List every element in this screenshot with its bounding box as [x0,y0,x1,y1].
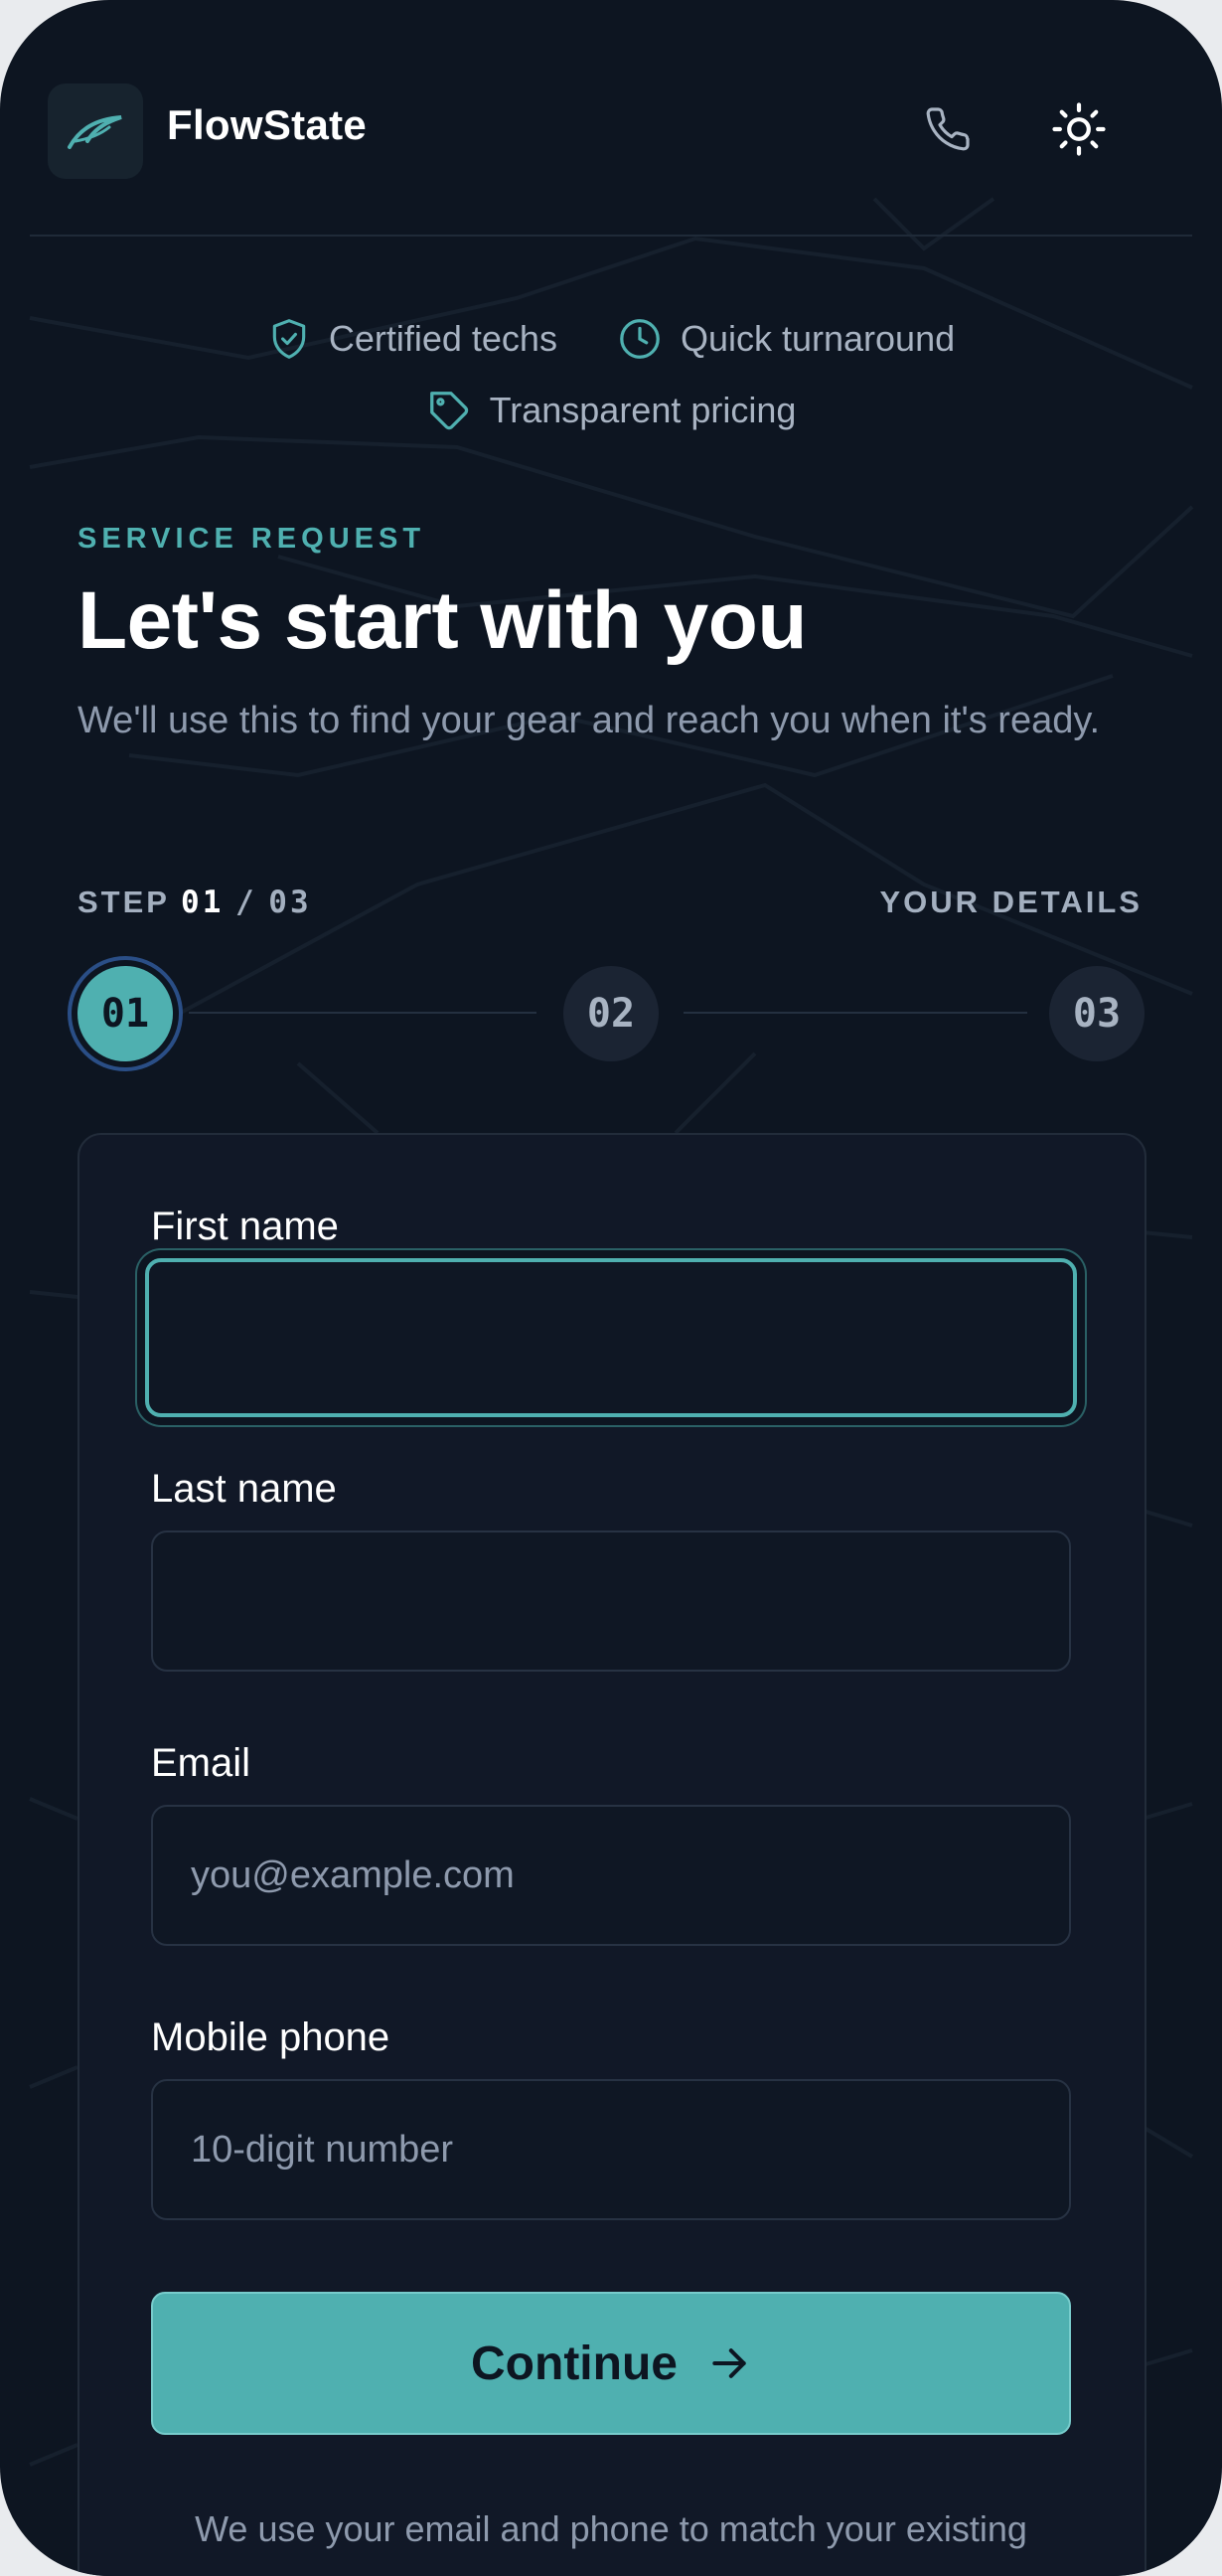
page-title: Let's start with you [77,575,807,666]
section-eyebrow: SERVICE REQUEST [77,523,426,555]
step-current: 01 [181,885,225,920]
continue-label: Continue [471,2336,678,2390]
step-total: 03 [268,885,312,920]
step-indicator-2: 02 [563,966,659,1061]
continue-button[interactable]: Continue [151,2292,1071,2435]
clock-icon [620,319,660,359]
theme-toggle-button[interactable] [1049,99,1109,159]
privacy-footnote: We use your email and phone to match you… [195,2508,1027,2549]
trust-badge-label: Transparent pricing [489,390,797,430]
brand-logo[interactable] [48,83,143,179]
last-name-input[interactable] [151,1530,1071,1672]
trust-badge-turnaround: Quick turnaround [617,316,955,362]
brand-name[interactable]: FlowState [167,101,367,149]
first-name-input[interactable] [145,1258,1077,1417]
shield-check-icon [272,319,306,359]
step-connector [189,1012,536,1014]
trust-badges-row-2: Transparent pricing [0,388,1222,433]
mobile-phone-input[interactable]: 10-digit number [151,2079,1071,2220]
step-connector [684,1012,1027,1014]
trust-badge-label: Quick turnaround [680,318,956,359]
mobile-phone-label: Mobile phone [151,2015,390,2059]
step-indicator-1: 01 [77,966,173,1061]
trust-badge-certified: Certified techs [267,316,557,362]
step-prefix: STEP [77,885,170,919]
step-counter: STEP 01 / 03 [77,885,312,920]
step-separator: / [234,885,257,920]
arrow-right-icon [712,2348,746,2378]
trust-badges-row-1: Certified techs Quick turnaround [0,316,1222,362]
step-indicator-3: 03 [1049,966,1145,1061]
last-name-label: Last name [151,1467,337,1511]
trust-badge-label: Certified techs [328,318,557,359]
phone-icon [926,107,970,151]
email-label: Email [151,1741,251,1785]
step-section-name: YOUR DETAILS [879,885,1143,919]
first-name-label: First name [151,1205,339,1248]
tag-icon [429,392,468,430]
sun-icon [1052,102,1106,156]
page-subtitle: We'll use this to find your gear and rea… [77,700,1101,741]
feather-logo-icon [68,115,122,149]
email-input[interactable]: you@example.com [151,1805,1071,1946]
trust-badge-pricing: Transparent pricing [426,388,797,433]
call-button[interactable] [918,99,978,159]
phone-screen: FlowState Certified techs Quick turnarou… [0,0,1222,2576]
